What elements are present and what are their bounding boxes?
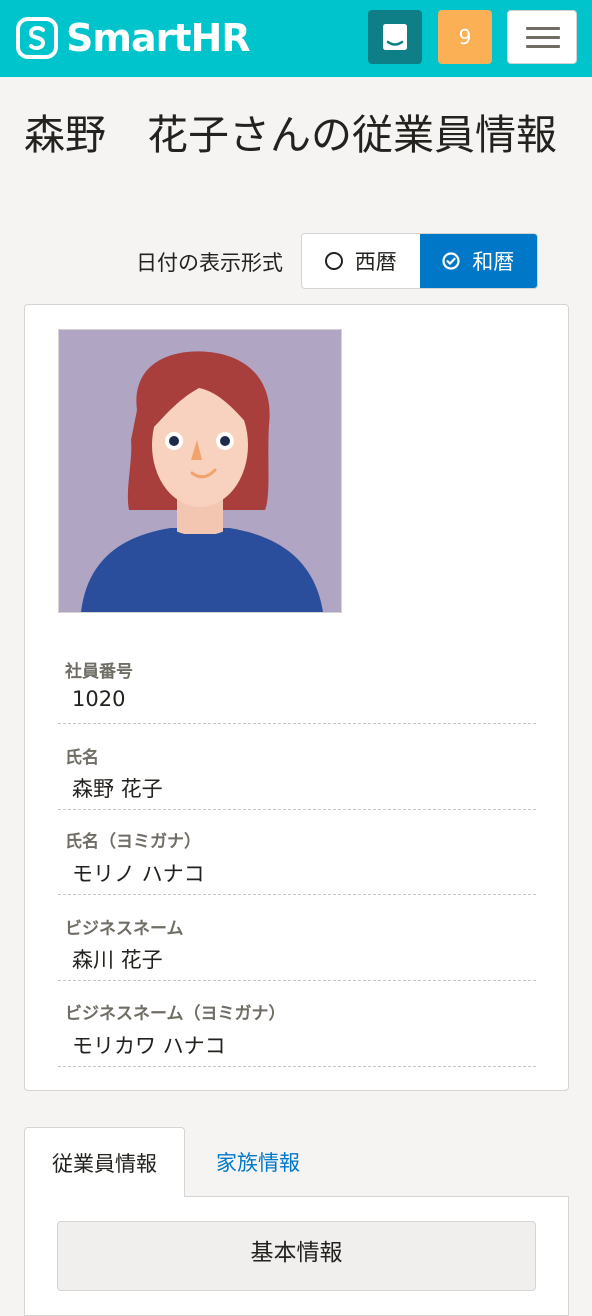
check-circle-icon: [442, 252, 460, 270]
hamburger-line: [526, 36, 560, 39]
date-format-western-option[interactable]: 西暦: [302, 234, 420, 288]
employee-photo: [58, 329, 342, 613]
field-value: 森川 花子: [72, 948, 163, 972]
date-format-toggle: 西暦 和暦: [301, 233, 538, 289]
section-basic-info-header[interactable]: 基本情報: [57, 1221, 536, 1291]
field-name: 氏名 森野 花子: [58, 743, 536, 810]
hamburger-menu-button[interactable]: [507, 10, 577, 64]
field-name-kana: 氏名（ヨミガナ） モリノ ハナコ: [58, 827, 536, 895]
field-label: ビジネスネーム: [65, 919, 184, 939]
logo-text: SmartHR: [66, 16, 251, 60]
date-format-western-label: 西暦: [354, 250, 397, 274]
field-employee-number: 社員番号 1020: [58, 657, 536, 724]
field-business-name-kana: ビジネスネーム（ヨミガナ） モリカワ ハナコ: [58, 999, 536, 1067]
date-format-japanese-option[interactable]: 和暦: [419, 234, 537, 288]
field-value: モリノ ハナコ: [72, 862, 205, 886]
hamburger-menu-icon: [526, 27, 560, 30]
employee-profile-card: 社員番号 1020 氏名 森野 花子 氏名（ヨミガナ） モリノ ハナコ ビジネス…: [24, 304, 569, 1091]
date-format-japanese-label: 和暦: [472, 250, 515, 274]
radio-unchecked-icon: [324, 252, 343, 270]
help-button[interactable]: [368, 10, 422, 64]
avatar-illustration: [59, 330, 341, 612]
tab-family-info[interactable]: 家族情報: [185, 1127, 331, 1197]
smarthr-logo[interactable]: SmartHR: [16, 15, 251, 61]
field-label: 氏名（ヨミガナ）: [65, 832, 201, 852]
field-value: 1020: [72, 687, 126, 711]
field-label: 社員番号: [65, 662, 133, 682]
field-business-name: ビジネスネーム 森川 花子: [58, 914, 536, 981]
page-title: 森野 花子さんの従業員情報: [24, 111, 557, 159]
hamburger-line: [526, 45, 560, 48]
tab-employee-info[interactable]: 従業員情報: [24, 1127, 185, 1197]
field-value: モリカワ ハナコ: [72, 1034, 226, 1058]
notification-badge[interactable]: 9: [438, 10, 492, 64]
app-header: SmartHR 9: [0, 0, 592, 77]
field-label: ビジネスネーム（ヨミガナ）: [65, 1004, 286, 1024]
field-value: 森野 花子: [72, 777, 163, 801]
field-label: 氏名: [65, 748, 99, 768]
help-book-icon: [383, 24, 407, 50]
smarthr-logo-icon: [16, 17, 58, 59]
date-format-label: 日付の表示形式: [136, 251, 283, 275]
